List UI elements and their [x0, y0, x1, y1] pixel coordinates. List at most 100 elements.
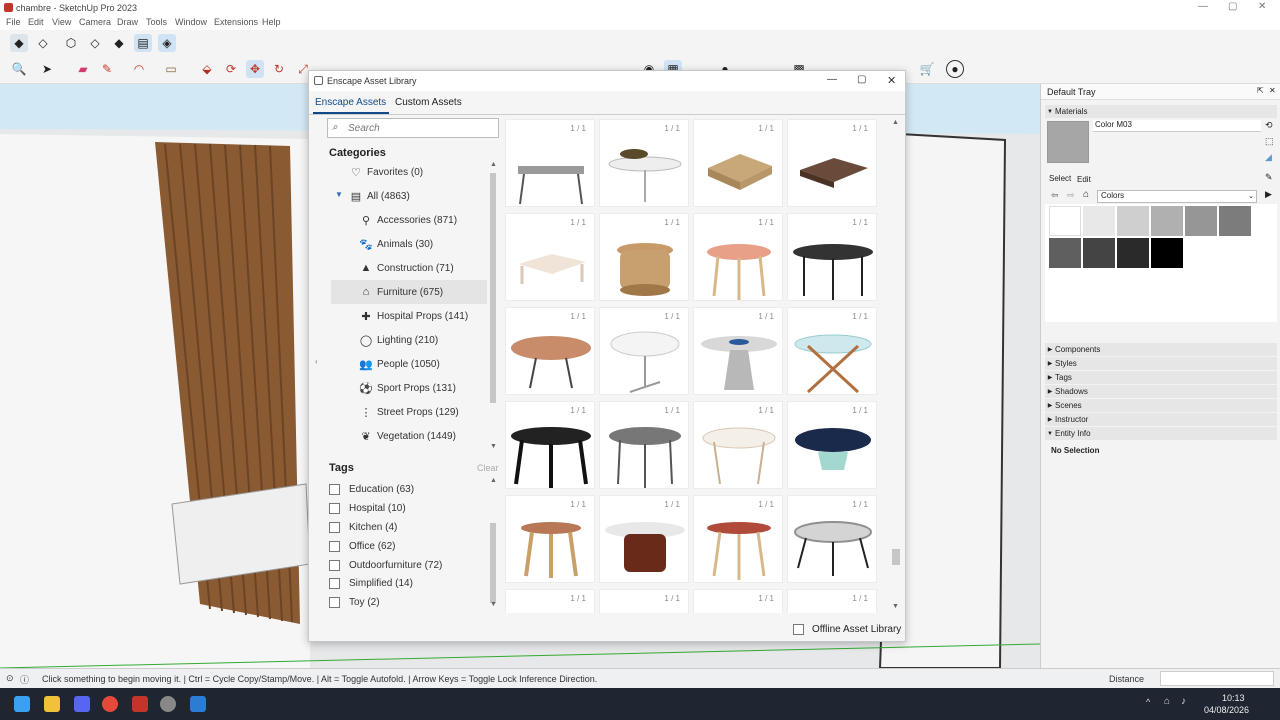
clock-date[interactable]: 04/08/2026 [1204, 705, 1249, 715]
tray-overflow-icon[interactable]: ^ [1146, 697, 1150, 707]
offset-icon[interactable]: ⟳ [222, 60, 240, 78]
instructor-panel-header[interactable]: ▶ Instructor [1045, 413, 1277, 426]
asset-card[interactable]: 1 / 1 [505, 495, 595, 583]
back-view-icon[interactable]: ◆ [110, 34, 128, 52]
tag-checkbox[interactable] [329, 503, 340, 514]
asset-grid-scrollbar[interactable]: ▲ ▼ [891, 119, 901, 613]
zoom-icon[interactable]: 🔍 [10, 60, 28, 78]
asset-card[interactable]: 1 / 1 [599, 307, 689, 395]
menu-camera[interactable]: Camera [79, 17, 111, 27]
category-accessories[interactable]: ⚲ Accessories (871) [359, 208, 457, 232]
color-swatch[interactable] [1185, 206, 1217, 236]
default-material-icon[interactable]: ◢ [1265, 152, 1272, 163]
front-view-icon[interactable]: ⬡ [62, 34, 80, 52]
category-street-props[interactable]: ⋮ Street Props (129) [359, 400, 459, 424]
materials-panel-header[interactable]: ▼ Materials [1045, 105, 1277, 118]
tag-checkbox[interactable] [329, 597, 340, 608]
menu-help[interactable]: Help [262, 17, 281, 27]
color-swatch[interactable] [1117, 238, 1149, 268]
library-select[interactable]: Colors ⌄ [1097, 190, 1257, 203]
edit-tab[interactable]: Edit [1077, 175, 1091, 184]
color-swatch[interactable] [1219, 206, 1251, 236]
menu-tools[interactable]: Tools [146, 17, 167, 27]
measurement-input[interactable] [1160, 671, 1274, 686]
arc-icon[interactable]: ◠ [130, 60, 148, 78]
asset-card[interactable]: 1 / 1 [505, 213, 595, 301]
categories-scrollbar[interactable]: ▲ ▼ [489, 161, 497, 451]
tag-hospital[interactable]: Hospital (10) [329, 503, 406, 514]
asset-card[interactable]: 1 / 1 [505, 307, 595, 395]
discord-icon[interactable] [74, 696, 90, 712]
tag-checkbox[interactable] [329, 541, 340, 552]
info-icon[interactable]: ⓘ [20, 673, 29, 686]
close-icon[interactable]: ✕ [1258, 1, 1266, 12]
entity-info-panel-header[interactable]: ▼ Entity Info [1045, 427, 1277, 440]
eraser-icon[interactable]: ▰ [74, 60, 92, 78]
asset-card[interactable]: 1 / 1 [599, 119, 689, 207]
category-all[interactable]: ▤ All (4863) [349, 184, 410, 208]
color-swatch[interactable] [1151, 238, 1183, 268]
maximize-icon[interactable]: ▢ [1228, 1, 1237, 12]
category-vegetation[interactable]: ❦ Vegetation (1449) [359, 424, 456, 448]
move-icon[interactable]: ✥ [246, 60, 264, 78]
file-explorer-icon[interactable] [44, 696, 60, 712]
tray-pin-icon[interactable]: ⇱ [1257, 86, 1264, 95]
left-view-icon[interactable]: ▤ [134, 34, 152, 52]
clock-time[interactable]: 10:13 [1222, 693, 1245, 703]
asset-card[interactable]: 1 / 1 [787, 495, 877, 583]
geo-location-icon[interactable]: ⊙ [6, 673, 14, 684]
asset-card[interactable]: 1 / 1 [693, 307, 783, 395]
select-icon[interactable]: ➤ [38, 60, 56, 78]
rotate-icon[interactable]: ↻ [270, 60, 288, 78]
details-arrow-icon[interactable]: ▶ [1265, 189, 1272, 200]
tag-checkbox[interactable] [329, 578, 340, 589]
material-name-field[interactable]: Color M03 [1093, 120, 1261, 132]
color-swatch[interactable] [1151, 206, 1183, 236]
tag-kitchen[interactable]: Kitchen (4) [329, 522, 397, 533]
dialog-close-icon[interactable]: ✕ [887, 74, 896, 87]
asset-card[interactable]: 1 / 1 [693, 119, 783, 207]
eyedropper-icon[interactable]: ✎ [1265, 172, 1273, 183]
tag-toy[interactable]: Toy (2) [329, 597, 380, 608]
asset-card[interactable]: 1 / 1 [505, 401, 595, 489]
asset-card[interactable]: 1 / 1 [693, 401, 783, 489]
asset-card[interactable]: 1 / 1 [599, 401, 689, 489]
asset-card[interactable]: 1 / 1 [787, 119, 877, 207]
asset-card[interactable]: 1 / 1 [505, 119, 595, 207]
material-display-icon[interactable]: ⬚ [1265, 136, 1274, 147]
dialog-minimize-icon[interactable]: — [827, 74, 837, 85]
color-swatch[interactable] [1083, 206, 1115, 236]
back-icon[interactable]: ⇦ [1051, 190, 1059, 201]
asset-card[interactable]: 1 / 1 [505, 589, 595, 613]
home-icon[interactable]: ⌂ [1083, 189, 1089, 200]
pencil-icon[interactable]: ✎ [98, 60, 116, 78]
chrome-icon[interactable] [102, 696, 118, 712]
menu-window[interactable]: Window [175, 17, 207, 27]
category-lighting[interactable]: ◯ Lighting (210) [359, 328, 438, 352]
tag-checkbox[interactable] [329, 484, 340, 495]
category-people[interactable]: 👥 People (1050) [359, 352, 440, 376]
tag-checkbox[interactable] [329, 560, 340, 571]
push-pull-icon[interactable]: ⬙ [198, 60, 216, 78]
components-panel-header[interactable]: ▶ Components [1045, 343, 1277, 356]
volume-icon[interactable]: ♪ [1181, 696, 1186, 707]
tag-office[interactable]: Office (62) [329, 541, 396, 552]
tags-clear-button[interactable]: Clear [477, 463, 499, 473]
menu-draw[interactable]: Draw [117, 17, 138, 27]
rectangle-icon[interactable]: ▭ [162, 60, 180, 78]
enscape-taskbar-icon[interactable] [190, 696, 206, 712]
asset-card[interactable]: 1 / 1 [693, 495, 783, 583]
styles-panel-header[interactable]: ▶ Styles [1045, 357, 1277, 370]
asset-card[interactable]: 1 / 1 [787, 589, 877, 613]
top-view-icon[interactable]: ◇ [34, 34, 52, 52]
category-furniture[interactable]: ⌂ Furniture (675) [359, 280, 443, 304]
account-icon[interactable]: ● [946, 60, 964, 78]
tag-outdoorfurniture[interactable]: Outdoorfurniture (72) [329, 560, 442, 571]
offline-library-checkbox[interactable] [793, 624, 804, 635]
color-swatch[interactable] [1083, 238, 1115, 268]
minimize-icon[interactable]: — [1198, 1, 1208, 12]
asset-card[interactable]: 1 / 1 [599, 589, 689, 613]
category-hospital-props[interactable]: ✚ Hospital Props (141) [359, 304, 468, 328]
menu-edit[interactable]: Edit [28, 17, 44, 27]
search-input[interactable]: ⌕ Search [327, 118, 499, 138]
